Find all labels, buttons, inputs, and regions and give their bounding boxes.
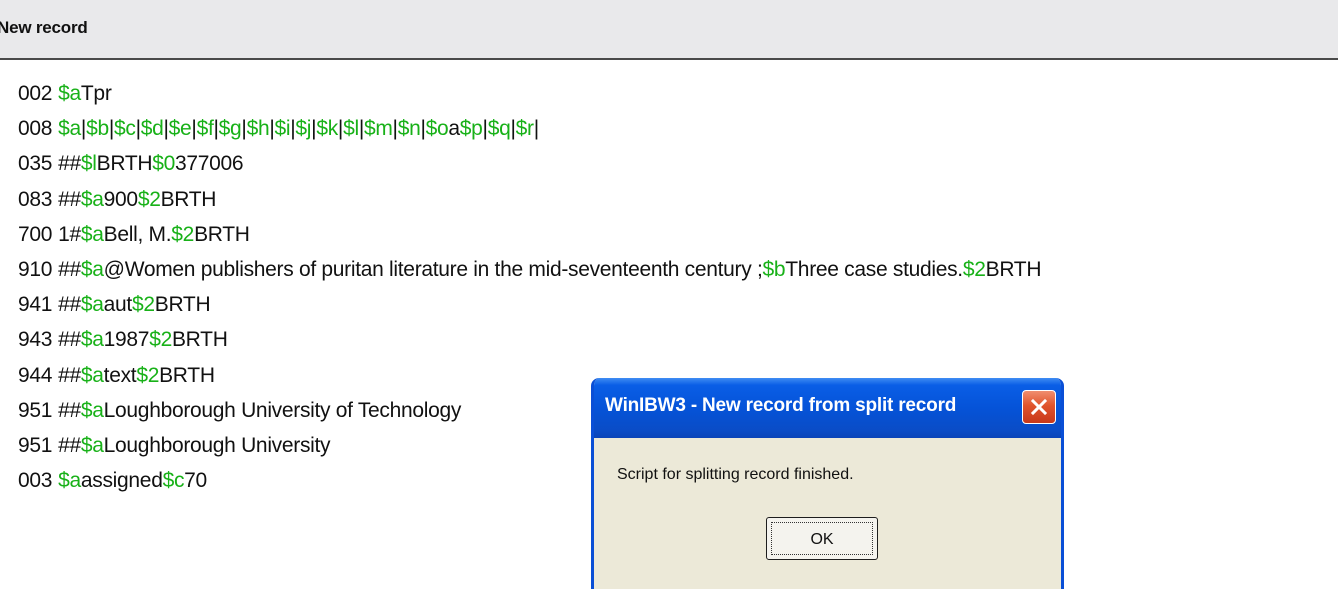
field-value: ##	[58, 398, 81, 422]
field-tag: 943	[18, 328, 53, 352]
field-value: 1987	[103, 328, 150, 352]
dialog-message: Script for splitting record finished.	[617, 466, 854, 483]
subfield-code: $a	[80, 328, 104, 352]
subfield-code: $f	[196, 117, 214, 141]
field-tag: 003	[18, 469, 53, 493]
field-value: Loughborough University of Technology	[103, 398, 462, 422]
subfield-code: $a	[80, 187, 104, 211]
record-line[interactable]: 008 $a|$b|$c|$d|$e|$f|$g|$h|$i|$j|$k|$l|$…	[18, 111, 1338, 146]
field-value: BRTH	[159, 363, 215, 387]
field-tag: 083	[18, 187, 53, 211]
subfield-code: $m	[363, 117, 393, 141]
field-value: ##	[58, 363, 81, 387]
field-value: ##	[58, 152, 81, 176]
subfield-code: $e	[168, 117, 192, 141]
field-value: 900	[103, 187, 138, 211]
subfield-code: $a	[80, 293, 104, 317]
ok-button[interactable]: OK	[766, 517, 878, 560]
subfield-code: $2	[136, 363, 160, 387]
subfield-code: $a	[80, 398, 104, 422]
field-tag: 008	[18, 117, 53, 141]
field-value: BRTH	[171, 328, 228, 352]
subfield-code: $2	[171, 222, 195, 246]
field-tag: 944	[18, 363, 53, 387]
field-tag: 910	[18, 257, 53, 281]
field-value: @Women publishers of puritan literature …	[103, 257, 763, 281]
record-line[interactable]: 002 $aTpr	[18, 76, 1338, 111]
field-value: ##	[58, 187, 81, 211]
subfield-code: $0	[152, 152, 176, 176]
subfield-code: $n	[397, 117, 421, 141]
record-line[interactable]: 941 ##$aaut$2BRTH	[18, 287, 1338, 322]
field-tag: 002	[18, 82, 53, 105]
subfield-code: $2	[137, 187, 161, 211]
close-button[interactable]	[1022, 390, 1056, 424]
subfield-code: $a	[80, 222, 104, 246]
subfield-code: $j	[295, 117, 312, 141]
field-value: assigned	[80, 469, 163, 493]
subfield-code: $l	[80, 152, 97, 176]
subfield-code: $r	[515, 117, 534, 141]
subfield-code: $i	[274, 117, 291, 141]
field-value: BRTH	[194, 222, 250, 246]
field-value: BRTH	[154, 293, 211, 317]
field-value: 1#	[58, 222, 81, 246]
field-value: Tpr	[80, 82, 112, 105]
field-value: ##	[58, 293, 81, 317]
record-line[interactable]: 035 ##$lBRTH$0377006	[18, 146, 1338, 181]
subfield-code: $a	[58, 117, 81, 141]
field-value: a	[448, 117, 460, 141]
subfield-code: $k	[316, 117, 338, 141]
field-tag: 951	[18, 433, 53, 457]
subfield-code: $c	[162, 469, 185, 493]
field-tag: 700	[18, 222, 53, 246]
subfield-code: $2	[131, 293, 155, 317]
message-dialog: WinIBW3 - New record from split record S…	[591, 378, 1064, 589]
subfield-code: $a	[58, 469, 81, 493]
subfield-code: $a	[80, 363, 104, 387]
field-value: Three case studies.	[785, 257, 963, 281]
subfield-code: $b	[762, 257, 786, 281]
field-tag: 941	[18, 293, 53, 317]
field-value: ##	[58, 328, 81, 352]
field-value: ##	[58, 257, 81, 281]
record-line[interactable]: 700 1#$aBell, M.$2BRTH	[18, 217, 1338, 252]
close-x-icon	[1030, 398, 1048, 416]
subfield-code: $p	[459, 117, 483, 141]
field-value: 377006	[175, 152, 244, 176]
field-value: Bell, M.	[103, 222, 172, 246]
record-header: New record	[0, 0, 1338, 60]
field-value: BRTH	[96, 152, 153, 176]
field-value: |	[533, 117, 539, 141]
subfield-code: $a	[80, 257, 104, 281]
field-value: text	[103, 363, 137, 387]
record-line[interactable]: 910 ##$a@Women publishers of puritan lite…	[18, 252, 1338, 287]
field-value: Loughborough University	[103, 433, 331, 457]
subfield-code: $o	[425, 117, 449, 141]
subfield-code: $2	[962, 257, 986, 281]
field-value: BRTH	[160, 187, 217, 211]
subfield-code: $d	[140, 117, 164, 141]
subfield-code: $h	[246, 117, 270, 141]
subfield-code: $q	[487, 117, 511, 141]
field-value: 70	[184, 469, 207, 493]
record-line[interactable]: 943 ##$a1987$2BRTH	[18, 322, 1338, 357]
subfield-code: $c	[113, 117, 136, 141]
subfield-code: $b	[86, 117, 109, 141]
subfield-code: $l	[343, 117, 359, 141]
record-line[interactable]: 083 ##$a900$2BRTH	[18, 182, 1338, 217]
subfield-code: $2	[149, 328, 172, 352]
subfield-code: $a	[80, 433, 104, 457]
dialog-titlebar[interactable]: WinIBW3 - New record from split record	[594, 378, 1061, 438]
dialog-title: WinIBW3 - New record from split record	[605, 395, 957, 416]
subfield-code: $g	[218, 117, 242, 141]
field-value: ##	[58, 433, 81, 457]
field-tag: 035	[18, 152, 53, 176]
page-title: New record	[0, 18, 88, 37]
subfield-code: $a	[58, 82, 81, 105]
field-value: BRTH	[985, 257, 1042, 281]
field-value: aut	[103, 293, 133, 317]
field-tag: 951	[18, 398, 53, 422]
